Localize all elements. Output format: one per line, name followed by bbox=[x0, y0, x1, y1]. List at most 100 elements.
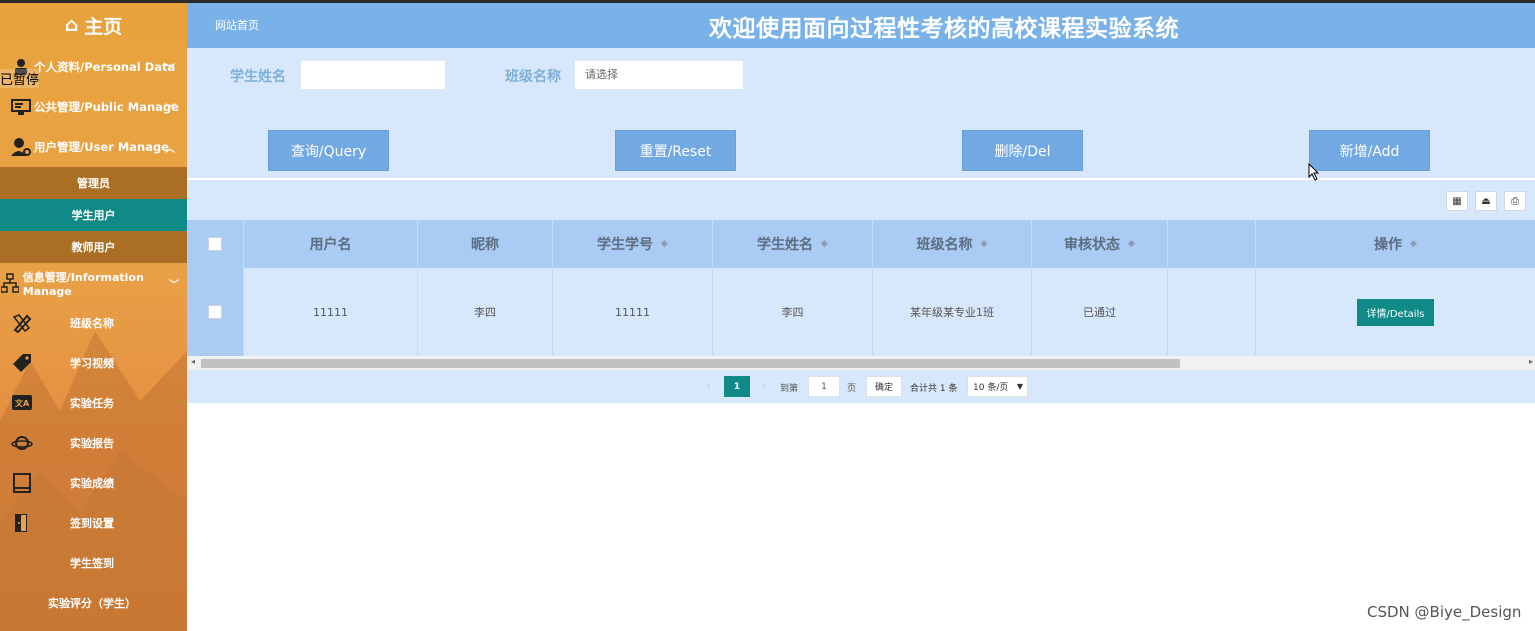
cell-nickname: 李四 bbox=[418, 268, 553, 356]
sidebar-item-experiment-score[interactable]: 实验成绩 bbox=[0, 463, 187, 503]
export-icon[interactable]: ⏏ bbox=[1475, 191, 1497, 211]
delete-button[interactable]: 删除/Del bbox=[962, 130, 1083, 171]
chevron-down-icon: ﹀ bbox=[165, 104, 175, 115]
sort-icon[interactable]: ◆ bbox=[1128, 239, 1135, 249]
planet-icon bbox=[11, 436, 33, 450]
sort-icon[interactable]: ◆ bbox=[1410, 239, 1417, 249]
menu-group-label: 个人资料/Personal Data bbox=[34, 60, 176, 74]
query-button[interactable]: 查询/Query bbox=[268, 130, 389, 171]
student-name-label: 学生姓名 bbox=[230, 69, 286, 85]
mouse-cursor-icon bbox=[1308, 163, 1320, 181]
svg-text:文A: 文A bbox=[15, 398, 30, 408]
column-header-actions[interactable]: 操作 ◆ bbox=[1256, 220, 1535, 268]
pagination: ‹ 1 › 到第 1 页 确定 合计共 1 条 10 条/页 ▼ bbox=[187, 370, 1535, 403]
print-icon[interactable]: ⎙ bbox=[1504, 191, 1526, 211]
student-name-input[interactable] bbox=[300, 60, 446, 90]
paused-indicator: 已暂停 bbox=[0, 69, 40, 88]
pencil-ruler-icon bbox=[12, 314, 32, 334]
sidebar-item-student-users[interactable]: 学生用户 bbox=[0, 199, 187, 231]
class-name-label: 班级名称 bbox=[505, 69, 561, 85]
column-header-label: 班级名称 bbox=[916, 237, 973, 253]
sidebar-item-label: 实验评分（学生） bbox=[48, 597, 136, 610]
goto-confirm-button[interactable]: 确定 bbox=[866, 376, 902, 397]
column-header-class-name[interactable]: 班级名称 ◆ bbox=[873, 220, 1032, 268]
sitemap-icon bbox=[0, 272, 21, 294]
page-unit-label: 页 bbox=[847, 384, 857, 394]
menu-group-user-manage[interactable]: 用户管理/User Manage ︿ bbox=[0, 127, 187, 167]
sidebar-item-experiment-task[interactable]: 文A 实验任务 bbox=[0, 383, 187, 423]
goto-page-input[interactable]: 1 bbox=[808, 376, 840, 397]
column-header-label: 审核状态 bbox=[1064, 237, 1121, 253]
page-size-select[interactable]: 10 条/页 ▼ bbox=[967, 376, 1028, 397]
sidebar-item-checkin-settings[interactable]: 签到设置 bbox=[0, 503, 187, 543]
sidebar-item-label: 教师用户 bbox=[71, 241, 116, 254]
sidebar-home-label: 主页 bbox=[84, 15, 123, 38]
cell-status: 已通过 bbox=[1032, 268, 1168, 356]
add-button[interactable]: 新增/Add bbox=[1309, 130, 1430, 171]
sort-icon[interactable]: ◆ bbox=[981, 239, 988, 249]
sort-icon[interactable]: ◆ bbox=[661, 239, 668, 249]
column-header-label: 昵称 bbox=[471, 237, 499, 253]
sidebar-item-experiment-rating[interactable]: 实验评分（学生） bbox=[0, 583, 187, 623]
table-row[interactable]: 11111 李四 11111 李四 某年级某专业1班 已通过 详情/Detail… bbox=[187, 268, 1535, 356]
column-header-nickname[interactable]: 昵称 bbox=[418, 220, 553, 268]
sidebar-item-label: 管理员 bbox=[77, 177, 110, 190]
sidebar-item-teacher-users[interactable]: 教师用户 bbox=[0, 231, 187, 263]
horizontal-scrollbar[interactable]: ◂ ▸ bbox=[187, 356, 1535, 370]
translate-icon: 文A bbox=[12, 395, 32, 410]
column-header-status[interactable]: 审核状态 ◆ bbox=[1032, 220, 1168, 268]
door-icon bbox=[15, 514, 27, 532]
scroll-left-icon[interactable]: ◂ bbox=[191, 357, 195, 366]
watermark: CSDN @Biye_Design bbox=[1367, 603, 1522, 621]
prev-page-icon[interactable]: ‹ bbox=[706, 379, 711, 394]
column-header-username[interactable]: 用户名 bbox=[244, 220, 418, 268]
search-panel: 学生姓名 班级名称 请选择 查询/Query 重置/Reset 删除/Del 新… bbox=[187, 48, 1535, 178]
menu-group-public-manage[interactable]: 公共管理/Public Manage ﹀ bbox=[0, 87, 187, 127]
home-icon: ⌂ bbox=[64, 14, 79, 36]
column-header-blank bbox=[1168, 220, 1256, 268]
column-header-student-name[interactable]: 学生姓名 ◆ bbox=[713, 220, 873, 268]
page-number-current[interactable]: 1 bbox=[724, 376, 750, 397]
total-count: 合计共 1 条 bbox=[910, 384, 958, 394]
sidebar-item-class-name[interactable]: 班级名称 bbox=[0, 303, 187, 343]
scrollbar-thumb[interactable] bbox=[201, 359, 1180, 368]
cell-actions: 详情/Details bbox=[1256, 268, 1535, 356]
sidebar-home[interactable]: ⌂ 主页 bbox=[0, 3, 187, 47]
class-name-select[interactable]: 请选择 bbox=[574, 60, 744, 90]
table-toolbar: ▦ ⏏ ⎙ bbox=[187, 180, 1535, 220]
sidebar-item-label: 学生签到 bbox=[70, 557, 114, 570]
column-header-label: 用户名 bbox=[309, 237, 352, 253]
row-checkbox[interactable] bbox=[208, 305, 222, 319]
column-header-label: 学生学号 bbox=[597, 237, 654, 253]
next-page-icon[interactable]: › bbox=[761, 379, 766, 394]
sort-icon[interactable]: ◆ bbox=[821, 239, 828, 249]
sidebar-item-label: 实验成绩 bbox=[70, 477, 114, 490]
columns-icon[interactable]: ▦ bbox=[1446, 191, 1468, 211]
sidebar-item-label: 实验任务 bbox=[70, 397, 114, 410]
cell-blank bbox=[1168, 268, 1256, 356]
page-title: 欢迎使用面向过程性考核的高校课程实验系统 bbox=[709, 16, 1179, 42]
chevron-down-icon: ﹀ bbox=[165, 64, 175, 75]
menu-group-information-manage[interactable]: 信息管理/Information Manage ﹀ bbox=[0, 263, 187, 303]
cell-class-name: 某年级某专业1班 bbox=[873, 268, 1032, 356]
sidebar-item-admin[interactable]: 管理员 bbox=[0, 167, 187, 199]
header-bar: 网站首页 欢迎使用面向过程性考核的高校课程实验系统 bbox=[187, 3, 1535, 48]
row-select-cell bbox=[187, 268, 244, 356]
sidebar-item-study-video[interactable]: 学习视频 bbox=[0, 343, 187, 383]
chevron-up-icon: ︿ bbox=[165, 144, 175, 155]
site-home-link[interactable]: 网站首页 bbox=[215, 17, 259, 33]
column-header-student-no[interactable]: 学生学号 ◆ bbox=[553, 220, 713, 268]
column-header-label: 操作 bbox=[1374, 237, 1403, 253]
details-button[interactable]: 详情/Details bbox=[1357, 298, 1434, 326]
reset-button[interactable]: 重置/Reset bbox=[615, 130, 736, 171]
cell-student-no: 11111 bbox=[553, 268, 713, 356]
scroll-right-icon[interactable]: ▸ bbox=[1529, 357, 1533, 366]
cell-username: 11111 bbox=[244, 268, 418, 356]
table-header: 用户名 昵称 学生学号 ◆ 学生姓名 ◆ 班级名称 ◆ 审核状态 ◆ 操作 ◆ bbox=[187, 220, 1535, 268]
sidebar-item-experiment-report[interactable]: 实验报告 bbox=[0, 423, 187, 463]
page-size-value: 10 条/页 bbox=[973, 383, 1009, 393]
menu-group-label: 信息管理/Information Manage bbox=[22, 270, 144, 298]
sidebar-item-student-checkin[interactable]: 学生签到 bbox=[0, 543, 187, 583]
sidebar-item-label: 学习视频 bbox=[70, 357, 114, 370]
select-all-checkbox[interactable] bbox=[208, 237, 222, 251]
